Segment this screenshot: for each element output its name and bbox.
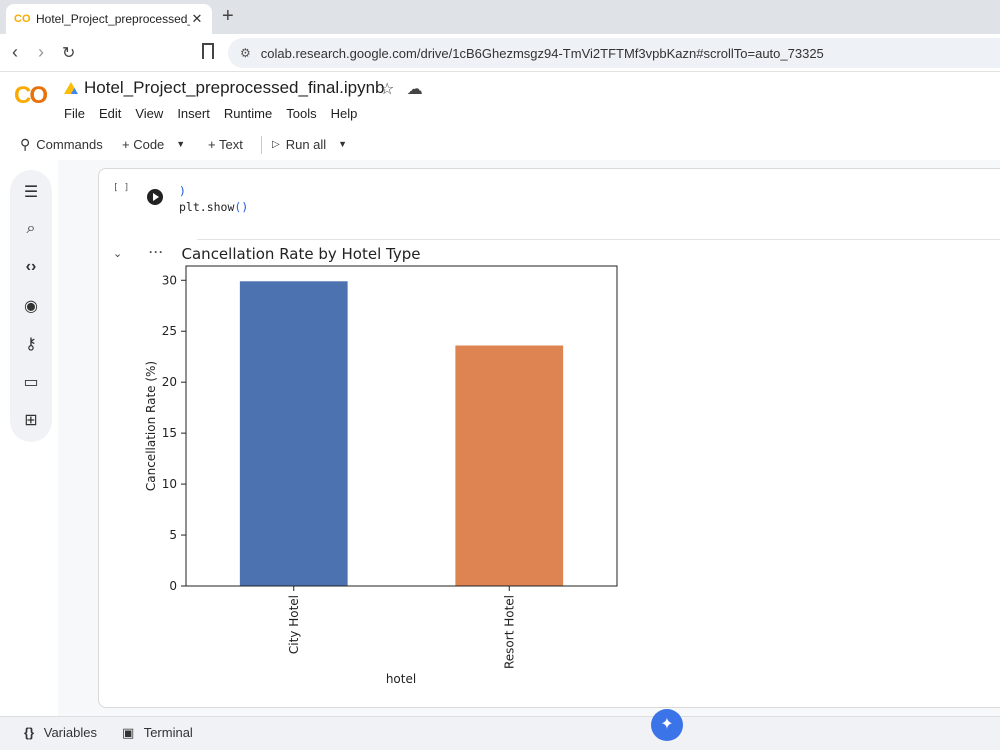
- star-icon[interactable]: ☆: [380, 81, 394, 98]
- play-icon: ▷: [272, 138, 280, 150]
- terminal-button[interactable]: ▣ Terminal: [122, 725, 193, 741]
- y-tick-label: 10: [162, 477, 177, 491]
- notebook-title-icons: ☆ ☁: [380, 79, 423, 99]
- variables-button[interactable]: {} Variables: [24, 725, 97, 740]
- add-code-button[interactable]: + Code ▼: [122, 132, 185, 156]
- y-tick-label: 15: [162, 426, 177, 440]
- browser-toolbar: ‹ › ↻ ⚙ colab.research.google.com/drive/…: [0, 34, 1000, 72]
- browser-tab-strip: CO Hotel_Project_preprocessed_final.ipy …: [0, 0, 1000, 34]
- colab-logo[interactable]: CO: [14, 82, 48, 110]
- chevron-down-icon[interactable]: ▼: [176, 139, 185, 149]
- add-text-label: + Text: [208, 136, 243, 152]
- drive-icon: [64, 82, 78, 94]
- add-code-label: + Code: [122, 136, 165, 152]
- address-bar[interactable]: ⚙ colab.research.google.com/drive/1cB6Gh…: [228, 38, 1000, 68]
- terminal-label: Terminal: [143, 725, 193, 740]
- tab-title: Hotel_Project_preprocessed_final.ipy: [36, 12, 190, 26]
- code-editor[interactable]: ) plt.show(): [179, 183, 248, 215]
- menu-edit[interactable]: Edit: [99, 106, 121, 121]
- bar-resort-hotel: [455, 345, 564, 586]
- commands-label: Commands: [36, 136, 103, 152]
- y-tick-label: 30: [162, 273, 177, 287]
- y-tick-label: 20: [162, 375, 177, 389]
- y-tick-label: 0: [169, 579, 177, 593]
- x-tick-label: City Hotel: [287, 595, 301, 654]
- menu-bar: File Edit View Insert Runtime Tools Help: [64, 106, 357, 121]
- execution-count: [ ]: [113, 183, 130, 193]
- menu-runtime[interactable]: Runtime: [224, 106, 272, 121]
- bookmark-icon[interactable]: [202, 43, 214, 59]
- plot-area: City Hotel Resort Hotel 0 5 10 15 20 25 30: [162, 273, 564, 669]
- cloud-icon[interactable]: ☁: [407, 81, 423, 98]
- code-fn: plt.show: [179, 200, 235, 214]
- close-tab-icon[interactable]: ✕: [190, 11, 204, 27]
- table-icon[interactable]: ⊞: [10, 410, 52, 430]
- search-icon: ⚲: [20, 135, 31, 152]
- y-axis-label: Cancellation Rate (%): [144, 361, 158, 491]
- notebook-toolbar: ⚲ Commands + Code ▼ + Text ▷ Run all ▼: [0, 128, 1000, 160]
- bar-chart: Cancellation Rate by Hotel Type City Hot…: [144, 245, 618, 686]
- x-axis-label: hotel: [386, 672, 416, 686]
- run-cell-button[interactable]: [147, 189, 163, 205]
- commands-button[interactable]: ⚲ Commands: [14, 132, 109, 156]
- colab-favicon-icon: CO: [14, 13, 31, 25]
- x-tick-label: Resort Hotel: [502, 595, 516, 669]
- variables-label: Variables: [43, 725, 97, 740]
- forward-icon[interactable]: ›: [38, 42, 44, 63]
- new-tab-button[interactable]: +: [222, 5, 234, 28]
- braces-icon: {}: [24, 725, 35, 740]
- url-text: colab.research.google.com/drive/1cB6Ghez…: [260, 45, 824, 61]
- gemini-icon[interactable]: ✦: [651, 709, 683, 741]
- toc-icon[interactable]: ☰: [10, 182, 52, 202]
- add-text-button[interactable]: + Text: [208, 132, 243, 156]
- y-tick-label: 25: [162, 324, 177, 338]
- menu-view[interactable]: View: [135, 106, 163, 121]
- toolbar-divider: [261, 136, 262, 154]
- variables-inspector-icon[interactable]: ◉: [10, 296, 52, 316]
- terminal-icon: ▣: [122, 725, 135, 740]
- notebook-title-area: Hotel_Project_preprocessed_final.ipynb: [64, 78, 385, 98]
- browser-tab[interactable]: CO Hotel_Project_preprocessed_final.ipy …: [6, 4, 212, 34]
- left-sidebar: ☰ ⌕ ‹› ◉ ⚷ ▭ ⊞: [10, 170, 52, 442]
- bottom-bar: {} Variables ▣ Terminal: [0, 716, 1000, 750]
- key-icon[interactable]: ⚷: [10, 334, 52, 354]
- find-icon[interactable]: ⌕: [10, 220, 52, 238]
- code-line-1: ): [179, 184, 186, 198]
- bar-city-hotel: [239, 281, 348, 586]
- menu-file[interactable]: File: [64, 106, 85, 121]
- notebook-title[interactable]: Hotel_Project_preprocessed_final.ipynb: [84, 78, 385, 98]
- menu-tools[interactable]: Tools: [286, 106, 316, 121]
- back-icon[interactable]: ‹: [12, 42, 18, 63]
- run-all-label: Run all: [285, 136, 327, 152]
- y-tick-label: 5: [169, 528, 177, 542]
- menu-insert[interactable]: Insert: [177, 106, 210, 121]
- menu-help[interactable]: Help: [331, 106, 358, 121]
- code-args: (): [234, 200, 249, 214]
- colab-header: CO Hotel_Project_preprocessed_final.ipyn…: [0, 72, 1000, 128]
- chevron-down-icon[interactable]: ▼: [338, 139, 347, 149]
- chart-title: Cancellation Rate by Hotel Type: [182, 245, 421, 263]
- code-snippets-icon[interactable]: ‹›: [10, 258, 52, 276]
- run-all-button[interactable]: ▷ Run all ▼: [272, 132, 347, 156]
- folder-icon[interactable]: ▭: [10, 372, 52, 392]
- site-settings-icon[interactable]: ⚙: [240, 46, 251, 60]
- reload-icon[interactable]: ↻: [62, 43, 75, 63]
